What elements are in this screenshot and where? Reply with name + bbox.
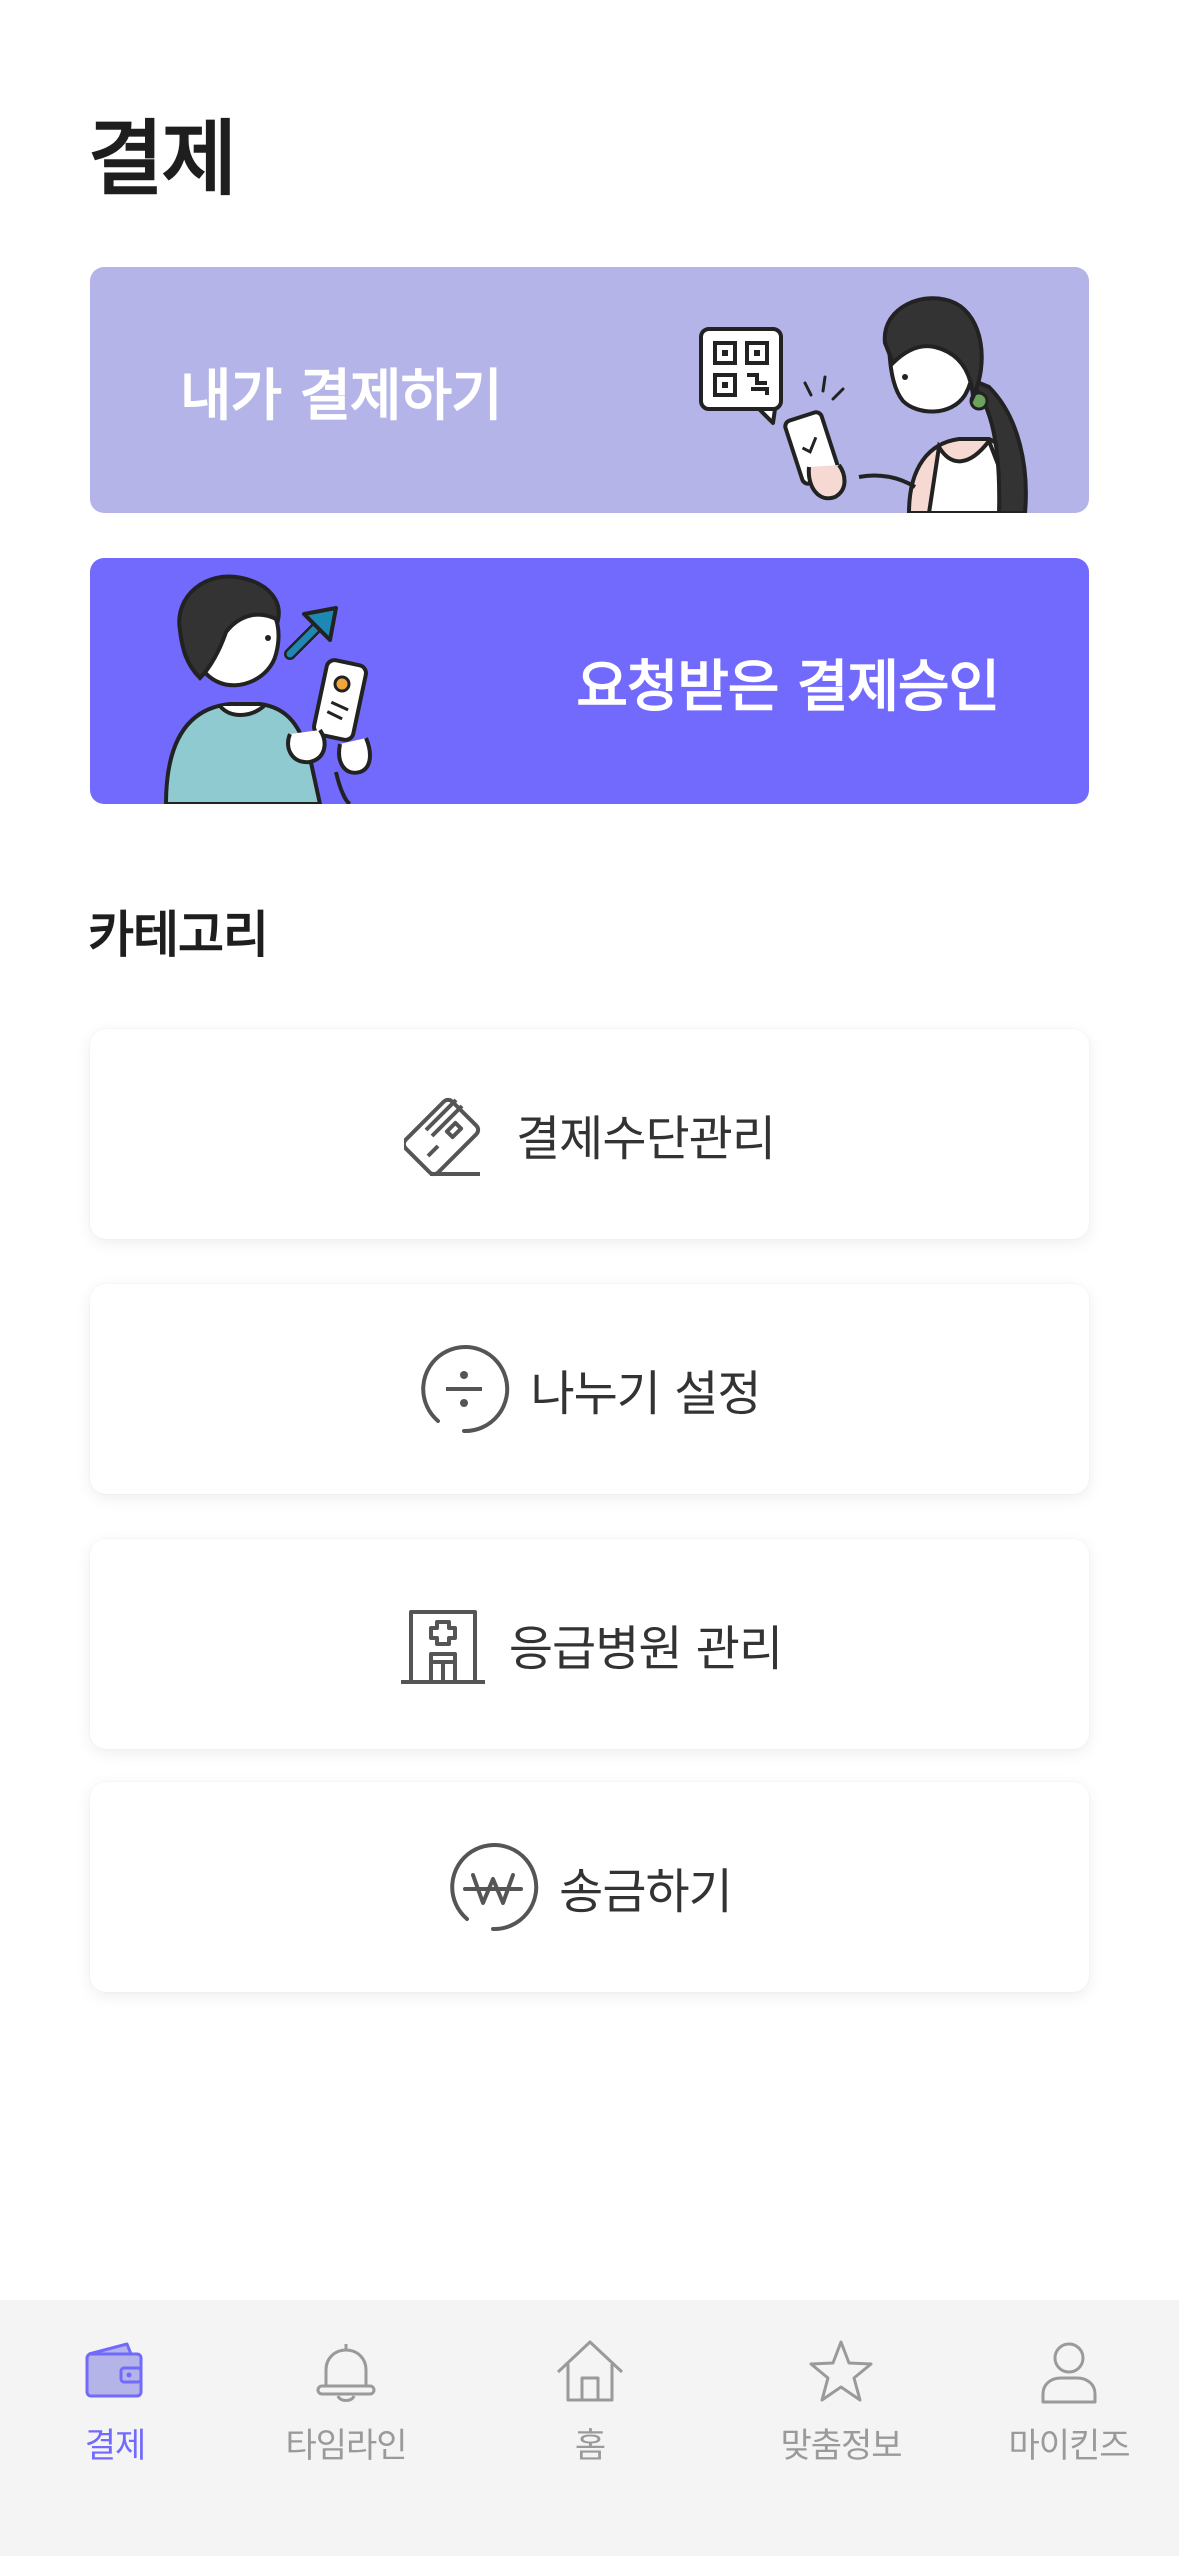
star-icon (809, 2340, 873, 2402)
nav-custom-info[interactable]: 맞춤정보 (741, 2336, 941, 2467)
nav-timeline[interactable]: 타임라인 (246, 2336, 446, 2467)
divide-icon (421, 1345, 510, 1434)
woman-scanning-qr-illustration (699, 296, 1028, 513)
nav-home[interactable]: 홈 (490, 2336, 690, 2467)
requested-approval-label: 요청받은 결제승인 (576, 655, 1000, 720)
payment-method-label: 결제수단관리 (516, 1111, 776, 1167)
man-with-phone-illustration (163, 574, 372, 804)
wallet-icon (85, 2342, 143, 2398)
self-pay-banner[interactable]: 내가 결제하기 (90, 267, 1089, 513)
nav-payment-label: 결제 (84, 2426, 147, 2466)
page-title: 결제 (88, 112, 237, 207)
category-title: 카테고리 (88, 906, 269, 964)
split-settings-label: 나누기 설정 (530, 1366, 761, 1422)
arrow-up-right-icon (284, 606, 338, 660)
nav-payment[interactable]: 결제 (15, 2336, 215, 2467)
nav-home-label: 홈 (574, 2426, 606, 2466)
nav-custom-info-label: 맞춤정보 (780, 2426, 902, 2466)
nav-timeline-label: 타임라인 (285, 2426, 407, 2466)
emergency-hospital-label: 응급병원 관리 (508, 1621, 783, 1677)
credit-card-icon (404, 1097, 481, 1177)
home-icon (556, 2340, 624, 2402)
bottom-nav: 결제 타임라인 홈 맞춤정보 마이킨즈 (0, 2300, 1179, 2556)
transfer-label: 송금하기 (559, 1864, 733, 1920)
split-settings-card[interactable]: 나누기 설정 (90, 1284, 1089, 1494)
transfer-card[interactable]: 송금하기 (90, 1782, 1089, 1992)
person-icon (1041, 2342, 1097, 2404)
requested-approval-banner[interactable]: 요청받은 결제승인 (90, 558, 1089, 804)
hospital-icon (400, 1610, 485, 1684)
nav-my-kins[interactable]: 마이킨즈 (969, 2336, 1169, 2467)
won-icon (450, 1843, 539, 1932)
qr-code-icon (699, 327, 783, 425)
emergency-hospital-card[interactable]: 응급병원 관리 (90, 1539, 1089, 1749)
nav-my-kins-label: 마이킨즈 (1008, 2426, 1130, 2466)
bell-icon (316, 2344, 376, 2402)
payment-method-card[interactable]: 결제수단관리 (90, 1029, 1089, 1239)
self-pay-label: 내가 결제하기 (180, 364, 503, 429)
